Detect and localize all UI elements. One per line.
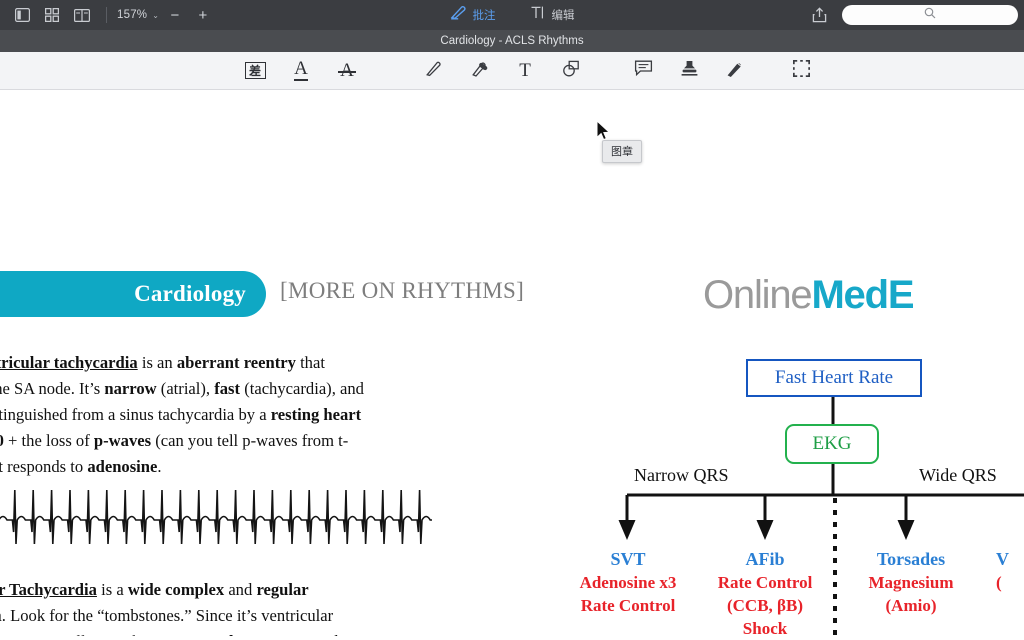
screenshot-tool[interactable] [784, 56, 818, 86]
crop-select-icon [792, 59, 811, 83]
zoom-controls: 157% ⌄ − + [117, 4, 215, 26]
highlight-icon: 差 [244, 62, 266, 79]
share-upload-icon[interactable] [806, 3, 832, 27]
branch-label-narrow-qrs: Narrow QRS [634, 465, 729, 485]
leaf-vtach-line-1: ( [996, 573, 1002, 592]
text-markup-tools: 差 A A [238, 56, 364, 86]
leaf-afib-line-3: Shock [742, 619, 788, 636]
underline-tool[interactable]: A [284, 56, 318, 86]
grid-view-icon[interactable] [38, 3, 66, 27]
pen-annotate-icon [450, 5, 467, 25]
signature-pen-icon [725, 59, 745, 83]
leaf-torsades-line-1: Magnesium [868, 573, 954, 592]
shape-icon [561, 59, 582, 83]
tab-annotate[interactable]: 批注 [450, 5, 496, 25]
top-toolbar: 157% ⌄ − + 批注 编辑 [0, 0, 1024, 30]
comment-tool[interactable] [626, 56, 660, 86]
branch-label-wide-qrs: Wide QRS [919, 465, 997, 485]
acls-flowchart: Fast Heart Rate EKG Narrow QRS Wide QRS … [0, 90, 1024, 636]
tab-annotate-label: 批注 [472, 10, 496, 22]
leaf-torsades-line-2: (Amio) [885, 596, 937, 615]
pdf-page: Cardiology [MORE ON RHYTHMS] OnlineMedE … [0, 90, 1024, 636]
leaf-svt-line-2: Rate Control [580, 596, 676, 615]
eraser-icon [470, 59, 489, 83]
annotation-toolbar: 差 A A T 图章 [0, 52, 1024, 163]
node-fast-heart-rate: Fast Heart Rate [746, 359, 922, 397]
leaf-svt-title: SVT [610, 549, 646, 569]
text-edit-icon [530, 5, 546, 25]
strikethrough-tool[interactable]: A [330, 56, 364, 86]
text-icon: T [519, 59, 531, 81]
pencil-tool[interactable] [416, 56, 450, 86]
highlight-tool[interactable]: 差 [238, 56, 272, 86]
leaf-afib-title: AFib [745, 549, 785, 569]
dual-page-icon[interactable] [68, 3, 96, 27]
leaf-vtach-title: V [996, 549, 1009, 569]
search-icon [924, 6, 936, 24]
node-ekg: EKG [785, 424, 879, 464]
leaf-afib-line-2: (CCB, βB) [726, 596, 803, 615]
tab-edit-label: 编辑 [551, 10, 575, 22]
zoom-level-value[interactable]: 157% [117, 9, 147, 21]
underline-icon: A [294, 59, 308, 82]
stamp-icon [680, 59, 699, 82]
signature-tool[interactable] [718, 56, 752, 86]
zoom-in-button[interactable]: + [191, 4, 215, 26]
stamp-tool[interactable] [672, 56, 706, 86]
node-fast-heart-rate-label: Fast Heart Rate [774, 367, 894, 388]
eraser-tool[interactable] [462, 56, 496, 86]
leaf-torsades: Torsades Magnesium (Amio) [842, 548, 980, 617]
search-input[interactable] [842, 5, 1018, 25]
strikethrough-icon: A [338, 60, 356, 81]
leaf-svt: SVT Adenosine x3 Rate Control [556, 548, 700, 617]
leaf-afib-line-1: Rate Control [717, 573, 813, 592]
leaf-afib: AFib Rate Control (CCB, βB) Shock [694, 548, 836, 636]
document-title: Cardiology - ACLS Rhythms [440, 35, 584, 47]
comment-bubble-icon [634, 59, 653, 82]
drawing-tools: T [416, 56, 588, 86]
leaf-torsades-title: Torsades [876, 549, 946, 569]
tab-edit[interactable]: 编辑 [530, 5, 575, 25]
capture-tools [784, 56, 818, 86]
markup-insert-tools [626, 56, 752, 86]
shape-tool[interactable] [554, 56, 588, 86]
toolbar-divider [106, 7, 107, 23]
mouse-cursor [596, 119, 612, 147]
node-ekg-label: EKG [812, 433, 852, 454]
zoom-out-button[interactable]: − [163, 4, 187, 26]
sidebar-panel-icon[interactable] [8, 3, 36, 27]
pencil-icon [424, 59, 443, 83]
window-title-bar: Cardiology - ACLS Rhythms [0, 30, 1024, 52]
leaf-svt-line-1: Adenosine x3 [579, 573, 677, 592]
document-viewport[interactable]: Cardiology [MORE ON RHYTHMS] OnlineMedE … [0, 90, 1024, 636]
chevron-down-icon[interactable]: ⌄ [152, 11, 159, 20]
view-controls: 157% ⌄ − + [0, 3, 215, 27]
text-tool[interactable]: T [508, 56, 542, 86]
leaf-vtach-clipped: V ( [996, 548, 1024, 594]
topbar-right-group [806, 0, 1024, 30]
